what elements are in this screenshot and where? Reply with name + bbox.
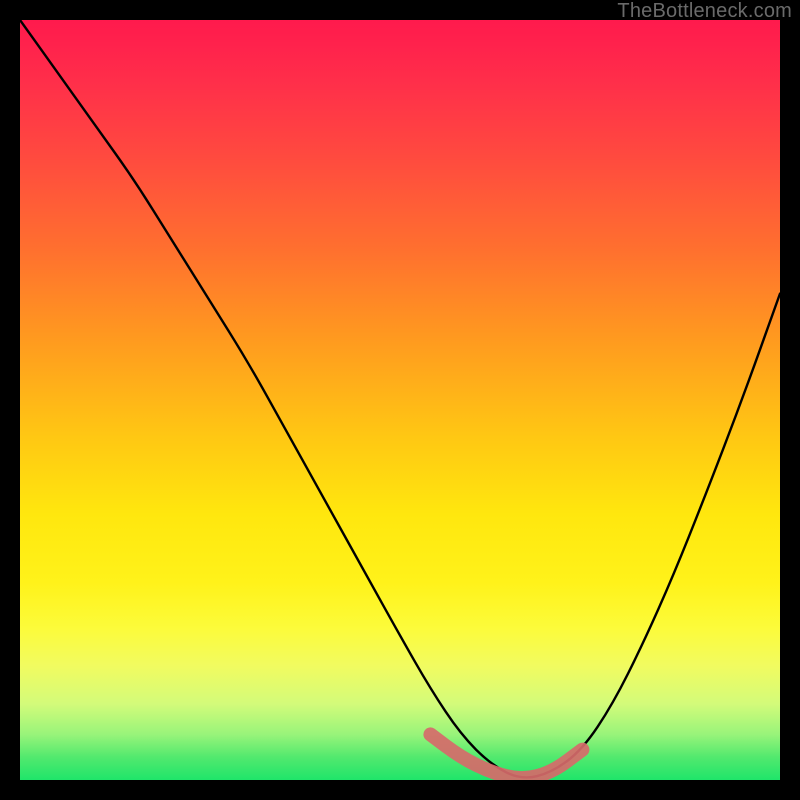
plot-area <box>20 20 780 780</box>
chart-frame: TheBottleneck.com <box>0 0 800 800</box>
curve-svg <box>20 20 780 780</box>
optimal-band <box>430 734 582 778</box>
bottleneck-curve <box>20 20 780 777</box>
